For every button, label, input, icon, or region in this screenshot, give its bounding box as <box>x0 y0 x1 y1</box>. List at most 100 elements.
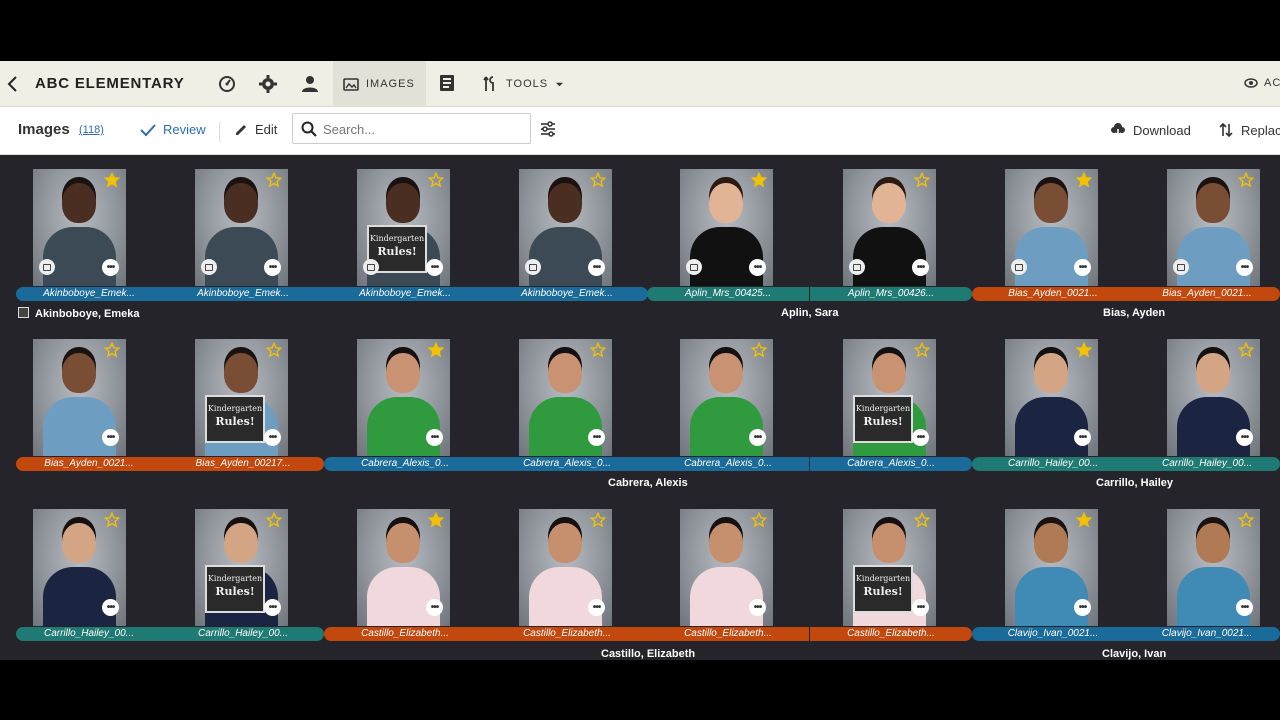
search-input[interactable] <box>323 119 523 139</box>
gear-icon[interactable] <box>258 74 278 94</box>
star-outline-icon[interactable] <box>750 511 768 528</box>
more-options-icon[interactable]: ••• <box>426 259 443 276</box>
star-outline-icon[interactable] <box>913 341 931 358</box>
contact-book-icon[interactable] <box>438 74 458 94</box>
search-box[interactable] <box>292 113 531 144</box>
more-options-icon[interactable]: ••• <box>1074 259 1091 276</box>
photo-card[interactable]: Kindergarten Rules! ••• <box>810 495 972 635</box>
more-options-icon[interactable]: ••• <box>1074 599 1091 616</box>
image-count-link[interactable]: (118) <box>79 124 104 136</box>
star-outline-icon[interactable] <box>427 171 445 188</box>
image-info-icon[interactable] <box>201 259 217 275</box>
more-options-icon[interactable]: ••• <box>749 599 766 616</box>
star-outline-icon[interactable] <box>1237 341 1255 358</box>
more-options-icon[interactable]: ••• <box>588 259 605 276</box>
more-options-icon[interactable]: ••• <box>264 599 281 616</box>
photo-card[interactable]: ••• <box>810 155 972 295</box>
subject-name[interactable]: Castillo, Elizabeth <box>601 648 695 660</box>
more-options-icon[interactable]: ••• <box>102 429 119 446</box>
star-outline-icon[interactable] <box>103 341 121 358</box>
image-info-icon[interactable] <box>1173 259 1189 275</box>
more-options-icon[interactable]: ••• <box>102 259 119 276</box>
star-filled-icon[interactable] <box>1075 171 1093 188</box>
photo-card[interactable]: ••• <box>972 495 1134 635</box>
photo-card[interactable]: ••• <box>324 495 486 635</box>
photo-card[interactable]: Kindergarten Rules! ••• <box>324 155 486 295</box>
star-outline-icon[interactable] <box>589 171 607 188</box>
filter-sliders-icon[interactable] <box>539 120 557 138</box>
more-options-icon[interactable]: ••• <box>1236 429 1253 446</box>
tab-tools[interactable]: TOOLS <box>483 61 564 107</box>
star-outline-icon[interactable] <box>589 511 607 528</box>
star-outline-icon[interactable] <box>265 511 283 528</box>
photo-card[interactable]: ••• <box>0 155 162 295</box>
star-filled-icon[interactable] <box>103 171 121 188</box>
more-options-icon[interactable]: ••• <box>912 259 929 276</box>
image-info-icon[interactable] <box>39 259 55 275</box>
photo-card[interactable]: ••• <box>486 495 648 635</box>
subject-name[interactable]: Clavijo, Ivan <box>1102 648 1166 660</box>
person-icon[interactable] <box>300 74 320 94</box>
download-button[interactable]: Download <box>1110 122 1191 138</box>
photo-card[interactable]: ••• <box>647 495 809 635</box>
photo-card[interactable]: ••• <box>647 155 809 295</box>
subject-name[interactable]: Carrillo, Hailey <box>1096 477 1173 489</box>
photo-card[interactable]: ••• <box>324 325 486 465</box>
review-button[interactable]: Review <box>140 122 206 137</box>
star-outline-icon[interactable] <box>913 171 931 188</box>
more-options-icon[interactable]: ••• <box>426 599 443 616</box>
more-options-icon[interactable]: ••• <box>1074 429 1091 446</box>
photo-card[interactable]: ••• <box>0 325 162 465</box>
star-outline-icon[interactable] <box>1237 511 1255 528</box>
image-info-icon[interactable] <box>686 259 702 275</box>
photo-card[interactable]: ••• <box>486 155 648 295</box>
photo-card[interactable]: ••• <box>1134 495 1280 635</box>
more-options-icon[interactable]: ••• <box>749 259 766 276</box>
star-outline-icon[interactable] <box>265 171 283 188</box>
star-filled-icon[interactable] <box>1075 511 1093 528</box>
replace-button[interactable]: Replac <box>1218 122 1280 138</box>
more-options-icon[interactable]: ••• <box>102 599 119 616</box>
star-filled-icon[interactable] <box>427 511 445 528</box>
image-info-icon[interactable] <box>363 259 379 275</box>
subject-name[interactable]: Akinboboye, Emeka <box>18 307 140 320</box>
more-options-icon[interactable]: ••• <box>912 599 929 616</box>
photo-card[interactable]: ••• <box>1134 155 1280 295</box>
star-outline-icon[interactable] <box>1237 171 1255 188</box>
star-outline-icon[interactable] <box>265 341 283 358</box>
photo-card[interactable]: Kindergarten Rules! ••• <box>162 495 324 635</box>
edit-button[interactable]: Edit <box>234 122 277 137</box>
more-options-icon[interactable]: ••• <box>912 429 929 446</box>
photo-card[interactable]: ••• <box>486 325 648 465</box>
tab-images[interactable]: IMAGES <box>333 61 426 107</box>
back-arrow-icon[interactable] <box>6 75 22 93</box>
photo-card[interactable]: ••• <box>1134 325 1280 465</box>
star-filled-icon[interactable] <box>1075 341 1093 358</box>
photo-card[interactable]: ••• <box>972 325 1134 465</box>
more-options-icon[interactable]: ••• <box>1236 599 1253 616</box>
dashboard-gauge-icon[interactable] <box>217 74 237 94</box>
star-outline-icon[interactable] <box>103 511 121 528</box>
more-options-icon[interactable]: ••• <box>426 429 443 446</box>
more-options-icon[interactable]: ••• <box>588 599 605 616</box>
image-info-icon[interactable] <box>525 259 541 275</box>
more-options-icon[interactable]: ••• <box>749 429 766 446</box>
photo-card[interactable]: ••• <box>972 155 1134 295</box>
account-menu[interactable]: AC <box>1244 76 1280 90</box>
more-options-icon[interactable]: ••• <box>1236 259 1253 276</box>
image-info-icon[interactable] <box>849 259 865 275</box>
photo-card[interactable]: ••• <box>647 325 809 465</box>
more-options-icon[interactable]: ••• <box>264 259 281 276</box>
star-filled-icon[interactable] <box>750 171 768 188</box>
more-options-icon[interactable]: ••• <box>264 429 281 446</box>
photo-card[interactable]: Kindergarten Rules! ••• <box>162 325 324 465</box>
star-outline-icon[interactable] <box>750 341 768 358</box>
star-outline-icon[interactable] <box>589 341 607 358</box>
star-filled-icon[interactable] <box>427 341 445 358</box>
more-options-icon[interactable]: ••• <box>588 429 605 446</box>
subject-name[interactable]: Cabrera, Alexis <box>608 477 688 489</box>
photo-card[interactable]: Kindergarten Rules! ••• <box>810 325 972 465</box>
photo-card[interactable]: ••• <box>162 155 324 295</box>
subject-name[interactable]: Aplin, Sara <box>781 307 838 319</box>
subject-name[interactable]: Bias, Ayden <box>1103 307 1165 319</box>
